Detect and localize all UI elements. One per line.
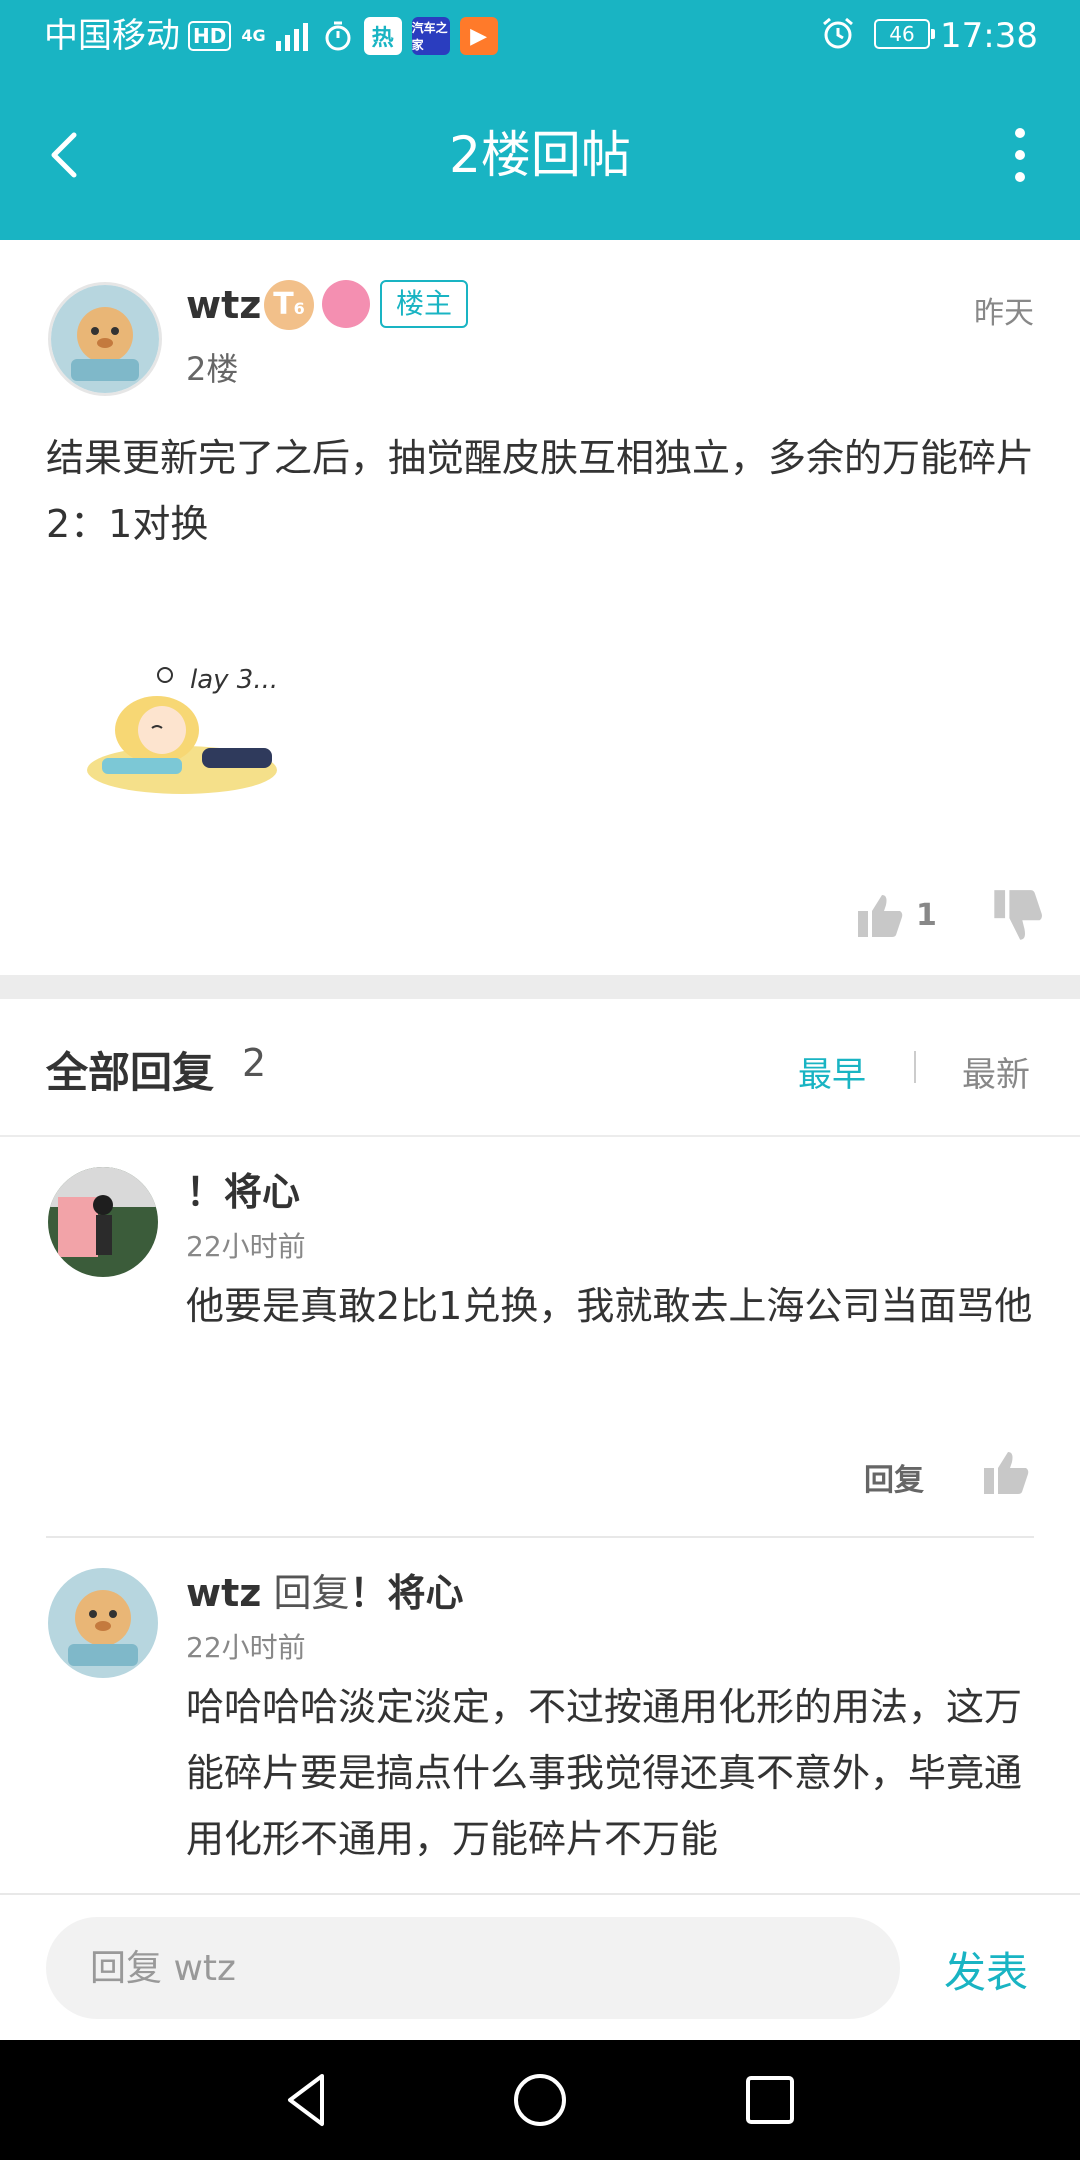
network-4g-icon: 4G xyxy=(241,26,266,45)
sticker-image[interactable]: lay 3... xyxy=(62,630,312,810)
reply-body: 哈哈哈哈淡定淡定，不过按通用化形的用法，这万能碎片要是搞点什么事我觉得还真不意外… xyxy=(186,1685,1023,1861)
owner-tag: 楼主 xyxy=(380,280,469,328)
avatar-image xyxy=(48,1167,158,1277)
status-icons: HD 4G 热 汽车之家 ▶ xyxy=(188,14,498,58)
hot-app-icon: 热 xyxy=(363,17,402,55)
clock: 17:38 xyxy=(940,16,1038,56)
battery-icon: 46 xyxy=(874,19,935,49)
main-post: wtz T6 楼主 2楼 昨天 结果更新完了之后，抽觉醒皮肤互相独立，多余的万能… xyxy=(0,240,1080,975)
like-count: 1 xyxy=(916,897,937,933)
section-divider xyxy=(0,975,1080,999)
reply-author-name[interactable]: wtz xyxy=(186,1571,261,1615)
reply-input-bar: 发表 xyxy=(0,1893,1080,2040)
replies-title: 全部回复 xyxy=(46,1048,215,1097)
sticker-caption: lay 3... xyxy=(190,665,278,695)
level-badge-letter: T xyxy=(273,287,294,322)
reply-time: 22小时前 xyxy=(186,1631,306,1664)
sort-separator xyxy=(914,1051,916,1083)
avatar[interactable] xyxy=(48,1568,158,1678)
reply-word: 回复 xyxy=(273,1571,350,1615)
video-app-icon: ▶ xyxy=(459,17,498,55)
reply-button[interactable]: 回复 xyxy=(864,1455,924,1499)
more-options-icon[interactable] xyxy=(996,123,1044,187)
reply-item: ！将心 22小时前 他要是真敢2比1兑换，我就敢去上海公司当面骂他 回复 xyxy=(0,1137,1080,1538)
replies-header: 全部回复 2 最早 最新 xyxy=(0,999,1080,1137)
level-badge: T6 xyxy=(264,280,314,330)
reply-target-name[interactable]: ！将心 xyxy=(350,1571,464,1615)
post-body: 结果更新完了之后，抽觉醒皮肤互相独立，多余的万能碎片2：1对换 xyxy=(46,436,1035,546)
app-bar: 2楼回帖 xyxy=(0,75,1080,240)
like-button[interactable]: 1 xyxy=(856,885,937,945)
avatar[interactable] xyxy=(48,282,162,396)
nav-home-icon[interactable] xyxy=(508,2068,572,2132)
post-time: 昨天 xyxy=(974,296,1034,331)
avatar-image xyxy=(51,285,159,393)
timer-icon xyxy=(325,21,351,51)
reply-author[interactable]: ！将心 xyxy=(186,1167,300,1217)
system-nav-bar xyxy=(0,2040,1080,2160)
page-title: 2楼回帖 xyxy=(449,126,631,184)
reply-author: wtz 回复！将心 xyxy=(186,1568,464,1618)
signal-icon xyxy=(275,23,308,51)
nav-back-icon[interactable] xyxy=(276,2068,340,2132)
member-badge-icon xyxy=(322,280,370,328)
thumbs-down-icon[interactable] xyxy=(992,888,1044,944)
carrier-name: 中国移动 xyxy=(44,16,180,56)
nav-recent-apps-icon[interactable] xyxy=(738,2068,802,2132)
level-badge-number: 6 xyxy=(293,299,305,318)
reply-input[interactable] xyxy=(46,1917,900,2019)
floor-number: 2楼 xyxy=(186,350,239,388)
reply-item: wtz 回复！将心 22小时前 哈哈哈哈淡定淡定，不过按通用化形的用法，这万能碎… xyxy=(0,1538,1080,1893)
reply-body: 他要是真敢2比1兑换，我就敢去上海公司当面骂他 xyxy=(186,1284,1033,1328)
sort-earliest-tab[interactable]: 最早 xyxy=(798,1047,866,1096)
avatar-image xyxy=(48,1568,158,1678)
reply-author-name[interactable]: ！将心 xyxy=(186,1170,300,1214)
thumbs-up-icon[interactable] xyxy=(982,1447,1030,1497)
thumbs-up-icon xyxy=(858,895,903,937)
hd-icon: HD xyxy=(188,21,232,51)
send-button[interactable]: 发表 xyxy=(944,1939,1028,2000)
reply-time: 22小时前 xyxy=(186,1230,306,1263)
replies-count: 2 xyxy=(242,1041,267,1085)
status-bar: 中国移动 HD 4G 热 汽车之家 ▶ 46 17:38 xyxy=(0,0,1080,75)
sort-latest-tab[interactable]: 最新 xyxy=(962,1047,1030,1096)
alarm-icon xyxy=(823,17,853,49)
avatar[interactable] xyxy=(48,1167,158,1277)
status-right: 46 xyxy=(820,16,935,52)
car-app-icon: 汽车之家 xyxy=(411,17,450,55)
post-username[interactable]: wtz xyxy=(186,280,261,330)
